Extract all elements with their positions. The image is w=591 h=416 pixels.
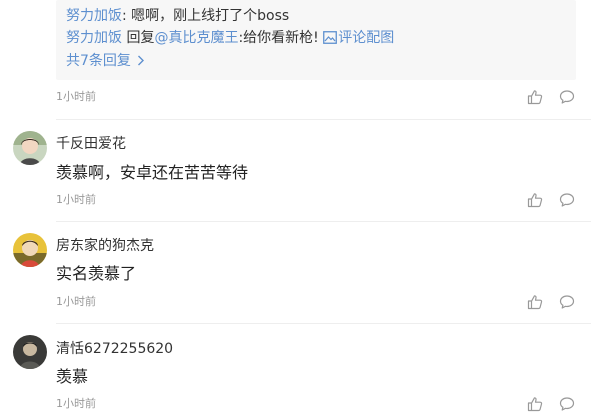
comment-text: 实名羡慕了 [56,264,137,283]
divider [56,119,591,120]
comment-button[interactable] [559,192,575,208]
comment-time: 1小时前 [56,397,96,410]
like-button[interactable] [527,396,543,412]
comment-username[interactable]: 房东家的狗杰克 [56,237,154,255]
comment-button[interactable] [559,396,575,412]
divider [56,221,591,222]
reply-text: 嗯啊，刚上线打了个boss [131,8,290,24]
user-avatar-image [13,131,47,165]
avatar[interactable] [13,335,47,369]
comment-image-label: 评论配图 [338,30,395,46]
comment-image-link[interactable]: 评论配图 [323,30,394,46]
comment-text: 羡慕 [56,367,89,386]
comment-time: 1小时前 [56,193,96,206]
mention-link[interactable]: @真比克魔王 [154,30,238,46]
reply-line: 努力加饭: 嗯啊，刚上线打了个boss [66,7,289,25]
thumbs-up-icon [527,193,543,208]
like-button[interactable] [527,89,543,105]
comment-username[interactable]: 千反田爱花 [56,135,126,153]
speech-bubble-icon [559,295,575,309]
thumbs-up-icon [527,295,543,310]
comment-button[interactable] [559,89,575,105]
comment-username[interactable]: 清恬6272255620 [56,340,173,358]
comment-text: 羡慕啊，安卓还在苦苦等待 [56,163,249,182]
reply-separator: : [122,8,127,24]
comment-time: 1小时前 [56,90,96,103]
avatar[interactable] [13,131,47,165]
comment-button[interactable] [559,294,575,310]
reply-author-link[interactable]: 努力加饭 [66,8,122,24]
chevron-right-icon [138,55,145,66]
user-avatar-image [13,335,47,369]
avatar[interactable] [13,233,47,267]
thumbs-up-icon [527,397,543,412]
reply-word: 回复 [126,30,155,46]
user-avatar-image [13,233,47,267]
speech-bubble-icon [559,397,575,411]
speech-bubble-icon [559,90,575,104]
like-button[interactable] [527,294,543,310]
thumbs-up-icon [527,90,543,105]
reply-preview-box: 努力加饭: 嗯啊，刚上线打了个boss 努力加饭 回复@真比克魔王:给你看新枪!… [56,0,576,80]
comment-time: 1小时前 [56,295,96,308]
more-replies-link[interactable]: 共7条回复 [66,52,145,70]
image-icon [323,31,338,44]
reply-author-link[interactable]: 努力加饭 [66,30,122,46]
speech-bubble-icon [559,193,575,207]
like-button[interactable] [527,192,543,208]
reply-text: :给你看新枪! [238,30,319,46]
divider [56,323,591,324]
reply-line: 努力加饭 回复@真比克魔王:给你看新枪! 评论配图 [66,29,394,47]
more-replies-label: 共7条回复 [66,53,131,69]
